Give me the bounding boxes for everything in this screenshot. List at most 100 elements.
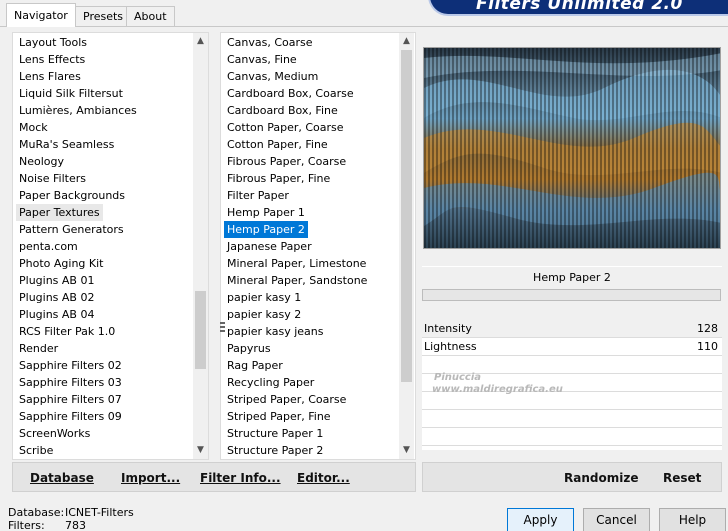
filter-item[interactable]: Mineral Paper, Sandstone <box>224 272 370 289</box>
scroll-thumb[interactable] <box>195 291 206 369</box>
category-item[interactable]: Liquid Silk Filtersut <box>16 85 126 102</box>
filter-item[interactable]: Rag Paper <box>224 357 286 374</box>
filter-item[interactable]: Structure Paper 2 <box>224 442 326 459</box>
progress-bar <box>422 289 721 301</box>
filter-list[interactable]: Canvas, Coarse Canvas, Fine Canvas, Medium… <box>220 32 416 460</box>
filter-item[interactable]: Cotton Paper, Coarse <box>224 119 347 136</box>
filter-item[interactable]: Fibrous Paper, Fine <box>224 170 333 187</box>
filter-info-button[interactable]: Filter Info... <box>200 471 281 485</box>
help-button[interactable]: Help <box>659 508 726 531</box>
right-button-bar: Randomize Reset <box>422 462 722 492</box>
param-value: 110 <box>697 340 718 353</box>
param-empty-5 <box>422 428 722 446</box>
category-item[interactable]: Noise Filters <box>16 170 89 187</box>
filter-item[interactable]: Canvas, Medium <box>224 68 321 85</box>
tab-navigator[interactable]: Navigator <box>6 3 76 27</box>
category-item[interactable]: Plugins AB 02 <box>16 289 97 306</box>
category-item[interactable]: Neology <box>16 153 67 170</box>
category-item[interactable]: Sapphire Filters 07 <box>16 391 125 408</box>
database-button[interactable]: Database <box>30 471 94 485</box>
category-item[interactable]: Paper Textures <box>16 204 103 221</box>
category-item[interactable]: Paper Backgrounds <box>16 187 128 204</box>
filter-item[interactable]: Hemp Paper 2 <box>224 221 308 238</box>
category-scrollbar[interactable]: ▲ ▼ <box>193 33 208 459</box>
filter-item[interactable]: Cotton Paper, Fine <box>224 136 331 153</box>
tab-about[interactable]: About <box>126 6 175 26</box>
category-item[interactable]: Pattern Generators <box>16 221 127 238</box>
preview-texture <box>424 48 720 248</box>
app-banner: Filters Unlimited 2.0 <box>428 0 728 16</box>
filter-item[interactable]: Canvas, Fine <box>224 51 300 68</box>
import-button[interactable]: Import... <box>121 471 180 485</box>
tab-presets[interactable]: Presets <box>75 6 132 26</box>
filter-item[interactable]: Hemp Paper 1 <box>224 204 308 221</box>
apply-button[interactable]: Apply <box>507 508 574 531</box>
filter-item[interactable]: Structure Paper 3 <box>224 459 326 460</box>
filter-item[interactable]: Fibrous Paper, Coarse <box>224 153 349 170</box>
watermark: Pinuccia www.maldiregrafica.eu <box>398 372 563 396</box>
filter-item[interactable]: Recycling Paper <box>224 374 317 391</box>
grip-icon <box>220 322 225 334</box>
filter-item[interactable]: Striped Paper, Fine <box>224 408 334 425</box>
param-value: 128 <box>697 322 718 335</box>
param-label: Intensity <box>424 322 472 335</box>
scroll-thumb[interactable] <box>401 50 412 382</box>
randomize-button[interactable]: Randomize <box>564 471 638 485</box>
category-item[interactable]: Photo Aging Kit <box>16 255 106 272</box>
category-item[interactable]: Lens Flares <box>16 68 84 85</box>
param-intensity[interactable]: Intensity 128 <box>422 320 722 338</box>
category-list[interactable]: Layout Tools Lens Effects Lens Flares Liqui… <box>12 32 209 460</box>
watermark-line2: www.maldiregrafica.eu <box>432 384 563 395</box>
param-empty-4 <box>422 410 722 428</box>
reset-button[interactable]: Reset <box>663 471 701 485</box>
category-item[interactable]: MuRa's Seamless <box>16 136 117 153</box>
category-item[interactable]: Mock <box>16 119 51 136</box>
editor-button[interactable]: Editor... <box>297 471 350 485</box>
current-filter-name: Hemp Paper 2 <box>422 266 722 288</box>
category-item[interactable]: Lens Effects <box>16 51 88 68</box>
tab-label: About <box>134 10 167 23</box>
category-item[interactable]: Layout Tools <box>16 34 90 51</box>
category-item[interactable]: ScreenWorks <box>16 425 93 442</box>
filter-item[interactable]: Structure Paper 1 <box>224 425 326 442</box>
filter-item[interactable]: papier kasy 1 <box>224 289 304 306</box>
tab-strip-divider <box>0 26 728 27</box>
filter-item[interactable]: Papyrus <box>224 340 274 357</box>
filter-item[interactable]: Cardboard Box, Fine <box>224 102 341 119</box>
tab-label: Presets <box>83 10 124 23</box>
cancel-button[interactable]: Cancel <box>583 508 650 531</box>
filter-item[interactable]: Mineral Paper, Limestone <box>224 255 369 272</box>
database-value: ICNET-Filters <box>65 506 134 519</box>
scroll-up-icon[interactable]: ▲ <box>399 33 414 50</box>
watermark-line1: Pinuccia <box>434 372 482 383</box>
category-item[interactable]: Sapphire Filters 09 <box>16 408 125 425</box>
preview-image <box>423 47 721 249</box>
category-item[interactable]: Plugins AB 01 <box>16 272 97 289</box>
category-item[interactable]: Scribe <box>16 442 56 459</box>
category-item[interactable]: Sapphire Filters 02 <box>16 357 125 374</box>
category-item[interactable]: Sapphire Filters 03 <box>16 374 125 391</box>
param-label: Lightness <box>424 340 477 353</box>
filter-item[interactable]: Striped Paper, Coarse <box>224 391 349 408</box>
category-item[interactable]: Render <box>16 340 61 357</box>
filters-count-label: Filters: <box>8 519 45 531</box>
scroll-down-icon[interactable]: ▼ <box>399 442 414 459</box>
category-item[interactable]: Plugins AB 04 <box>16 306 97 323</box>
filter-item[interactable]: Filter Paper <box>224 187 292 204</box>
app-title: Filters Unlimited 2.0 <box>476 0 683 14</box>
filter-item[interactable]: papier kasy 2 <box>224 306 304 323</box>
category-item[interactable]: RCS Filter Pak 1.0 <box>16 323 118 340</box>
scroll-down-icon[interactable]: ▼ <box>193 442 208 459</box>
filter-item[interactable]: Cardboard Box, Coarse <box>224 85 357 102</box>
filter-item[interactable]: Japanese Paper <box>224 238 315 255</box>
filters-count-value: 783 <box>65 519 86 531</box>
database-label: Database: <box>8 506 65 519</box>
category-item[interactable]: Simple <box>16 459 60 460</box>
tab-label: Navigator <box>14 9 68 22</box>
param-lightness[interactable]: Lightness 110 <box>422 338 722 356</box>
category-item[interactable]: penta.com <box>16 238 81 255</box>
filter-item[interactable]: Canvas, Coarse <box>224 34 316 51</box>
scroll-up-icon[interactable]: ▲ <box>193 33 208 50</box>
category-item[interactable]: Lumières, Ambiances <box>16 102 140 119</box>
filter-item[interactable]: papier kasy jeans <box>224 323 326 340</box>
